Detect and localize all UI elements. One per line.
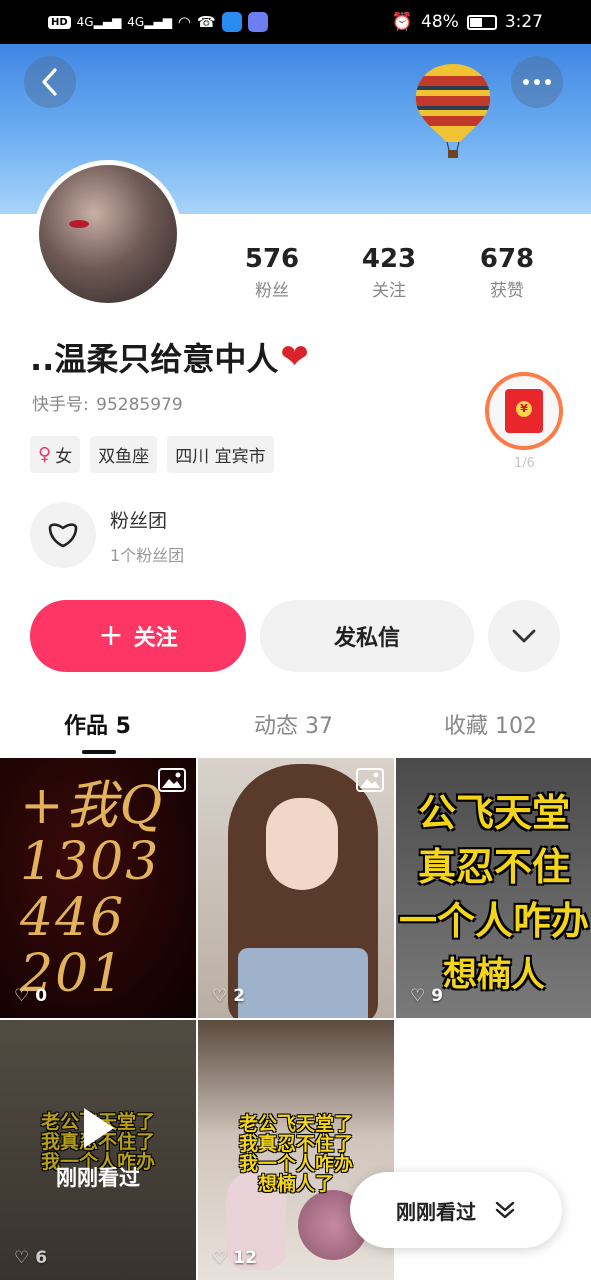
expand-actions-button[interactable] [488, 600, 560, 672]
status-left: HD 4G▂▄▆ 4G▂▄▆ ◠ ☎ [48, 12, 268, 32]
heart-mask-icon [48, 523, 78, 548]
status-right: ⏰ 48% 3:27 [392, 12, 543, 32]
handwritten-text: +我Q 1303 446 201 [20, 778, 164, 1002]
location-tag: 四川 宜宾市 [167, 436, 274, 473]
caption-line-3: 我一个人咋办 [238, 1153, 353, 1175]
profile-tags: ♀ 女 双鱼座 四川 宜宾市 [30, 436, 274, 473]
hot-air-balloon-image [415, 64, 491, 158]
following-count: 423 [361, 244, 417, 274]
red-packet-button[interactable] [485, 372, 563, 450]
work-tile-2[interactable]: ♡ 2 [198, 758, 394, 1018]
chevron-left-icon [42, 68, 57, 96]
following-label: 关注 [372, 281, 406, 301]
network-label-2: 4G [127, 15, 145, 29]
work-tile-4[interactable]: 老公飞天堂了 我真忍不住了 我一个人咋办 刚刚看过 ♡ 6 [0, 1020, 196, 1280]
tile-likes: ♡ 2 [212, 986, 245, 1006]
profile-nickname: ..温柔只给意中人 ❤ [30, 334, 309, 380]
wifi-icon: ◠ [177, 13, 192, 31]
likes-label: 获赞 [490, 281, 524, 301]
caption-line-2: 我真忍不住了 [238, 1133, 353, 1155]
music-app-icon [247, 12, 268, 32]
network-label-1: 4G [76, 15, 94, 29]
caption-line-3: 一个人咋办 [398, 899, 589, 943]
more-dots-icon [523, 79, 551, 85]
send-message-button[interactable]: 发私信 [260, 600, 474, 672]
double-chevron-down-icon [495, 1201, 515, 1219]
image-post-icon [356, 768, 384, 792]
likes-count: 678 [479, 244, 535, 274]
chevron-down-icon [512, 629, 536, 643]
like-count: 12 [233, 1248, 257, 1268]
red-packet-count: 1/6 [514, 456, 535, 471]
caption-line-1: 老公飞天堂了 [238, 1113, 353, 1135]
tab-works[interactable]: 作品 5 [64, 708, 131, 740]
fan-club-title[interactable]: 粉丝团 [110, 506, 167, 533]
zodiac-tag: 双鱼座 [90, 436, 158, 473]
fan-club-icon[interactable] [30, 502, 96, 568]
recently-watched-label: 刚刚看过 [56, 1166, 140, 1190]
plus-icon: + [98, 618, 124, 653]
hand-line-3: 446 [20, 888, 126, 948]
signal-icon-2: 4G▂▄▆ [127, 15, 172, 29]
heart-outline-icon: ♡ [14, 986, 30, 1006]
active-tab-indicator [82, 750, 116, 754]
back-button[interactable] [24, 56, 76, 108]
female-icon: ♀ [38, 444, 52, 465]
caption-line-2: 真忍不住 [417, 845, 570, 889]
work-tile-5[interactable]: 老公飞天堂了 我真忍不住了 我一个人咋办 想楠人了 ♡ 12 [198, 1020, 394, 1280]
gender-label: 女 [55, 447, 73, 467]
follow-button[interactable]: + 关注 [30, 600, 246, 672]
avatar[interactable] [34, 160, 182, 308]
account-label: 快手号: [32, 395, 89, 415]
battery-percent: 48% [421, 12, 459, 32]
play-icon [84, 1108, 114, 1148]
clock: 3:27 [504, 12, 543, 32]
work-tile-1[interactable]: +我Q 1303 446 201 ♡ 0 [0, 758, 196, 1018]
tab-favorites[interactable]: 收藏 102 [444, 708, 537, 740]
tile-likes: ♡ 12 [212, 1248, 257, 1268]
heart-outline-icon: ♡ [410, 986, 426, 1006]
hand-line-1: +我Q [20, 776, 165, 836]
more-options-button[interactable] [511, 56, 563, 108]
tile-likes: ♡ 9 [410, 986, 443, 1006]
fans-count: 576 [244, 244, 300, 274]
status-bar: HD 4G▂▄▆ 4G▂▄▆ ◠ ☎ ⏰ 48% 3:27 [0, 0, 591, 44]
stat-following[interactable]: 423 关注 [339, 244, 439, 301]
hand-line-2: 1303 [20, 832, 161, 892]
hd-indicator: HD [48, 15, 71, 29]
caption-line-1: 公飞天堂 [417, 791, 570, 835]
like-count: 9 [431, 986, 444, 1006]
gender-tag: ♀ 女 [30, 436, 81, 473]
account-id-row[interactable]: 快手号: 95285979 [32, 390, 183, 415]
image-post-icon [158, 768, 186, 792]
fan-club-subtitle: 1个粉丝团 [110, 546, 185, 565]
stat-fans[interactable]: 576 粉丝 [222, 244, 322, 301]
heart-outline-icon: ♡ [212, 1248, 228, 1268]
missed-call-icon: ☎ [197, 13, 216, 31]
account-id: 95285979 [96, 395, 183, 415]
heart-outline-icon: ♡ [212, 986, 228, 1006]
signal-icon-1: 4G▂▄▆ [76, 15, 122, 29]
like-count: 0 [35, 986, 48, 1006]
red-envelope-icon [505, 389, 543, 433]
tab-moments[interactable]: 动态 37 [254, 708, 333, 740]
nickname-text: ..温柔只给意中人 [30, 340, 279, 378]
tile-likes: ♡ 6 [14, 1248, 47, 1268]
stat-likes[interactable]: 678 获赞 [457, 244, 557, 301]
red-heart-icon: ❤ [280, 337, 309, 377]
fans-label: 粉丝 [255, 281, 289, 301]
search-app-icon [221, 12, 242, 32]
like-count: 6 [35, 1248, 48, 1268]
work-tile-3[interactable]: 公飞天堂 真忍不住 一个人咋办 想楠人 ♡ 9 [396, 758, 591, 1018]
tile-likes: ♡ 0 [14, 986, 47, 1006]
recently-watched-label: 刚刚看过 [396, 1199, 476, 1224]
battery-icon [466, 14, 497, 30]
alarm-icon: ⏰ [391, 12, 414, 32]
like-count: 2 [233, 986, 246, 1006]
follow-label: 关注 [133, 626, 178, 651]
heart-outline-icon: ♡ [14, 1248, 30, 1268]
recently-watched-button[interactable]: 刚刚看过 [350, 1172, 562, 1248]
